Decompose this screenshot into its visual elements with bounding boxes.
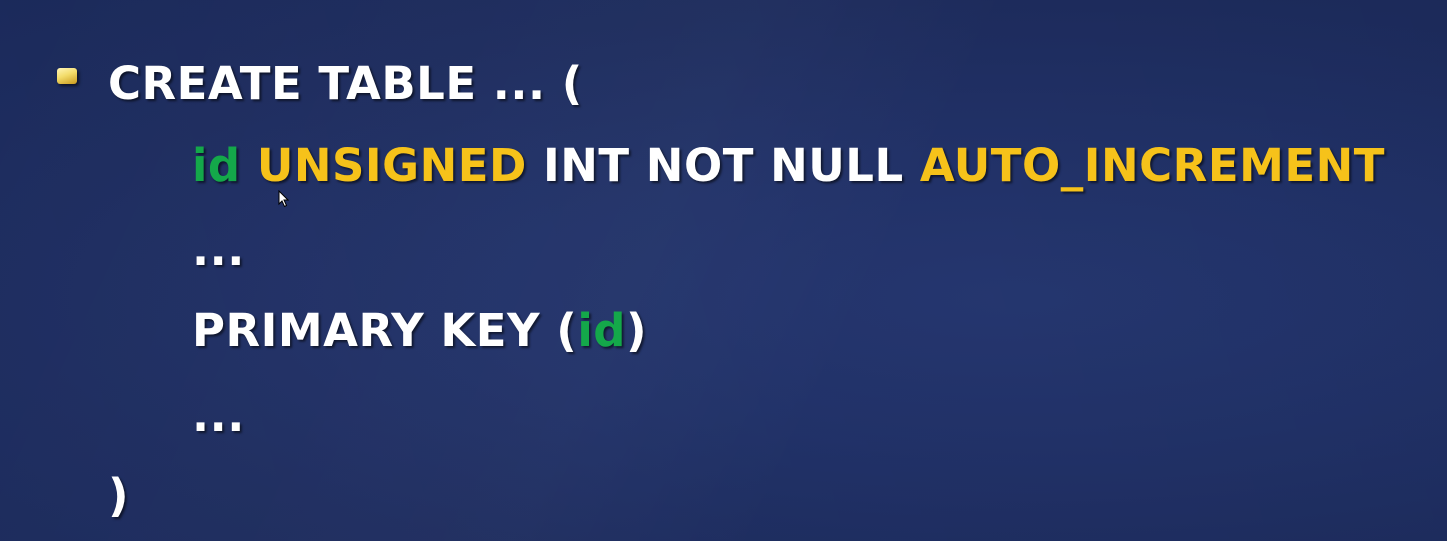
close-paren: ) bbox=[626, 304, 648, 357]
bullet-square-icon bbox=[57, 68, 77, 84]
code-line-ellipsis-1: ... bbox=[192, 224, 245, 276]
closing-paren-text: ) bbox=[108, 469, 130, 522]
code-line-ellipsis-2: ... bbox=[192, 390, 245, 442]
id-identifier: id bbox=[192, 139, 241, 192]
unsigned-keyword: UNSIGNED bbox=[256, 139, 527, 192]
ellipsis-text: ... bbox=[192, 223, 245, 276]
code-line-create-table: CREATE TABLE ... ( bbox=[108, 58, 583, 110]
int-not-null-keyword: INT NOT NULL bbox=[543, 139, 904, 192]
code-line-id-column: id UNSIGNED INT NOT NULL AUTO_INCREMENT bbox=[192, 140, 1385, 192]
primary-key-id-identifier: id bbox=[577, 304, 627, 357]
slide: CREATE TABLE ... ( id UNSIGNED INT NOT N… bbox=[0, 0, 1447, 541]
create-table-text: CREATE TABLE ... ( bbox=[108, 57, 583, 110]
code-line-close-paren: ) bbox=[108, 470, 129, 522]
open-paren: ( bbox=[556, 304, 578, 357]
primary-key-keyword: PRIMARY KEY bbox=[192, 304, 541, 357]
auto-increment-keyword: AUTO_INCREMENT bbox=[919, 139, 1385, 192]
code-line-primary-key: PRIMARY KEY (id) bbox=[192, 305, 647, 357]
mouse-pointer-icon bbox=[278, 190, 290, 208]
ellipsis-text: ... bbox=[192, 389, 245, 442]
